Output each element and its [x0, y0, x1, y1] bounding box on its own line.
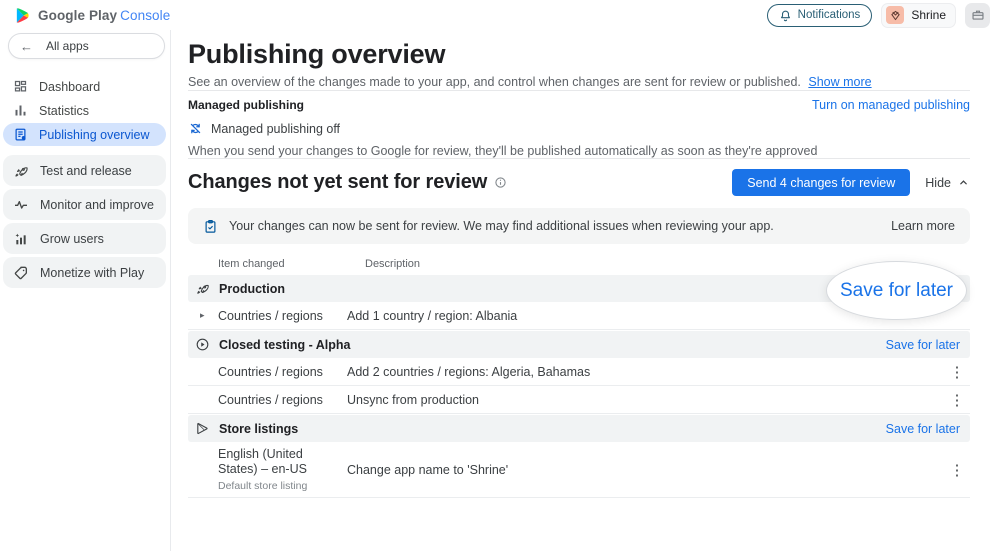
sidebar-item-statistics[interactable]: Statistics [3, 99, 166, 122]
sidebar-group-monitor-and-improve[interactable]: Monitor and improve [3, 189, 166, 220]
app-switcher-chip[interactable]: Shrine [881, 3, 956, 28]
notifications-label: Notifications [798, 9, 861, 21]
section-row-closed-testing: Closed testing - Alpha Save for later [188, 331, 970, 358]
table-row: English (United States) – en-US Default … [188, 442, 970, 498]
description-cell: Unsync from production [347, 393, 944, 407]
save-for-later-link[interactable]: Save for later [886, 422, 960, 436]
rocket-icon [195, 281, 210, 296]
shrine-app-icon [886, 6, 904, 24]
store-listing-language: English (United States) – en-US [218, 447, 339, 477]
app-name-label: Shrine [911, 8, 946, 22]
column-header-item-changed: Item changed [218, 258, 365, 270]
save-for-later-magnifier[interactable]: Save for later [826, 261, 967, 320]
all-apps-label: All apps [46, 39, 89, 53]
managed-publishing-header: Managed publishing Turn on managed publi… [188, 98, 970, 112]
section-name: Store listings [219, 422, 298, 436]
sidebar-group-monetize-with-play[interactable]: Monetize with Play [3, 257, 166, 288]
sidebar-item-dashboard[interactable]: Dashboard [3, 75, 166, 98]
sidebar-group-label: Monitor and improve [40, 198, 154, 212]
sync-disabled-icon [188, 121, 203, 136]
google-play-console-logo[interactable]: Google PlayConsole [14, 7, 170, 24]
show-more-link[interactable]: Show more [808, 75, 871, 89]
sidebar-item-label: Dashboard [39, 80, 100, 94]
info-icon[interactable] [494, 176, 507, 189]
clipboard-check-icon [203, 219, 218, 234]
briefcase-icon [971, 8, 985, 22]
section-row-store-listings: Store listings Save for later [188, 415, 970, 442]
top-bar: Google PlayConsole Notifications Shrine [0, 0, 1000, 30]
table-row: Countries / regions Add 2 countries / re… [188, 358, 970, 386]
sidebar-group-label: Grow users [40, 232, 104, 246]
managed-publishing-description: When you send your changes to Google for… [188, 144, 970, 158]
sidebar-group-test-and-release[interactable]: Test and release [3, 155, 166, 186]
divider [188, 158, 970, 159]
sidebar: ← All apps Dashboard Statistics Publishi… [0, 30, 171, 551]
sidebar-item-label: Publishing overview [39, 128, 149, 142]
review-info-banner: Your changes can now be sent for review.… [188, 208, 970, 244]
learn-more-link[interactable]: Learn more [891, 219, 955, 233]
subtitle-text: See an overview of the changes made to y… [188, 75, 801, 89]
rocket-icon [13, 163, 29, 179]
changes-title: Changes not yet sent for review [188, 171, 487, 194]
logo-text: Google PlayConsole [38, 8, 170, 23]
changes-header-actions: Send 4 changes for review Hide [732, 169, 970, 196]
notifications-button[interactable]: Notifications [767, 4, 873, 27]
row-menu-button[interactable]: ⋮ [944, 461, 970, 479]
item-changed-cell: Countries / regions [218, 393, 347, 407]
top-bar-right: Notifications Shrine [767, 3, 990, 28]
save-for-later-magnified-label: Save for later [840, 280, 953, 302]
page: { "icons": { "back_arrow": "←", "caret":… [0, 0, 1000, 551]
logo-text-console: Console [120, 8, 170, 23]
section-name: Closed testing - Alpha [219, 338, 351, 352]
storefront-icon [195, 421, 210, 436]
item-changed-cell: Countries / regions [218, 309, 347, 323]
column-header-description: Description [365, 258, 420, 270]
sidebar-group-grow-users[interactable]: Grow users [3, 223, 166, 254]
row-menu-button[interactable]: ⋮ [944, 391, 970, 409]
bell-icon [779, 9, 792, 22]
store-listing-sublabel: Default store listing [218, 480, 339, 492]
hide-label: Hide [925, 176, 951, 190]
send-changes-button[interactable]: Send 4 changes for review [732, 169, 910, 196]
page-title: Publishing overview [188, 39, 970, 70]
sidebar-item-publishing-overview[interactable]: Publishing overview [3, 123, 166, 146]
sidebar-nav: Dashboard Statistics Publishing overview… [0, 75, 170, 288]
account-avatar-button[interactable] [965, 3, 990, 28]
dashboard-icon [13, 79, 28, 94]
all-apps-back-button[interactable]: ← All apps [8, 33, 165, 59]
description-cell: Add 2 countries / regions: Algeria, Baha… [347, 365, 944, 379]
item-changed-cell: English (United States) – en-US Default … [218, 447, 347, 492]
turn-on-managed-publishing-link[interactable]: Turn on managed publishing [812, 98, 970, 112]
hide-toggle[interactable]: Hide [925, 176, 970, 190]
table-row: Countries / regions Unsync from producti… [188, 386, 970, 414]
play-logo-icon [14, 7, 31, 24]
save-for-later-link[interactable]: Save for later [886, 338, 960, 352]
publishing-overview-icon [13, 127, 28, 142]
section-name: Production [219, 282, 285, 296]
sidebar-group-label: Test and release [40, 164, 132, 178]
divider [188, 90, 970, 91]
tag-icon [13, 265, 29, 281]
item-changed-cell: Countries / regions [218, 365, 347, 379]
logo-text-google-play: Google Play [38, 8, 117, 23]
managed-publishing-label: Managed publishing [188, 98, 304, 112]
sidebar-group-label: Monetize with Play [40, 266, 144, 280]
pulse-icon [13, 197, 29, 213]
statistics-icon [13, 103, 28, 118]
banner-text: Your changes can now be sent for review.… [229, 219, 774, 233]
chevron-up-icon [957, 176, 970, 189]
expand-caret-icon[interactable]: ▸ [200, 310, 218, 321]
managed-publishing-status: Managed publishing off [188, 121, 970, 136]
row-menu-button[interactable]: ⋮ [944, 363, 970, 381]
circled-play-icon [195, 337, 210, 352]
growth-icon [13, 231, 29, 247]
back-arrow-icon: ← [20, 39, 33, 54]
managed-publishing-status-text: Managed publishing off [211, 122, 340, 136]
changes-section-header: Changes not yet sent for review Send 4 c… [188, 169, 970, 196]
sidebar-item-label: Statistics [39, 104, 89, 118]
description-cell: Change app name to 'Shrine' [347, 463, 944, 477]
page-subtitle: See an overview of the changes made to y… [188, 74, 970, 90]
